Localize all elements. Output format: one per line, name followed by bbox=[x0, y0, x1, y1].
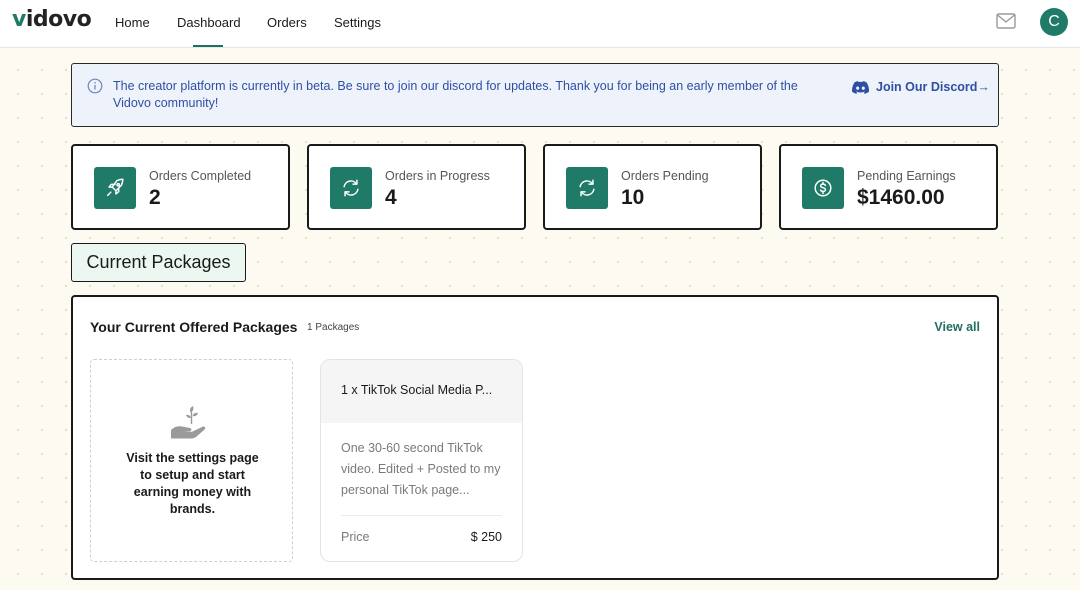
stat-label: Orders Pending bbox=[621, 169, 709, 183]
setup-packages-card[interactable]: Visit the settings page to setup and sta… bbox=[90, 359, 293, 562]
divider bbox=[341, 515, 502, 516]
package-card[interactable]: 1 x TikTok Social Media P... One 30-60 s… bbox=[320, 359, 523, 562]
dollar-icon bbox=[802, 167, 844, 209]
panel-title: Your Current Offered Packages bbox=[90, 319, 298, 335]
plant-hand-icon bbox=[171, 406, 206, 439]
user-avatar[interactable]: C bbox=[1040, 8, 1068, 36]
join-discord-link[interactable]: Join Our Discord → bbox=[852, 78, 990, 96]
stat-card-pending-earnings: Pending Earnings $1460.00 bbox=[779, 144, 998, 230]
logo-text: idovo bbox=[25, 7, 92, 32]
mail-icon[interactable] bbox=[996, 13, 1016, 29]
stat-label: Orders Completed bbox=[149, 169, 252, 183]
refresh-icon bbox=[566, 167, 608, 209]
current-packages-tab[interactable]: Current Packages bbox=[71, 243, 246, 282]
view-all-link[interactable]: View all bbox=[934, 320, 980, 334]
package-title: 1 x TikTok Social Media P... bbox=[321, 360, 522, 423]
package-count: 1 Packages bbox=[307, 322, 360, 333]
discord-icon bbox=[852, 80, 869, 94]
stat-label: Orders in Progress bbox=[385, 169, 490, 183]
stat-value: $1460.00 bbox=[857, 186, 945, 209]
banner-message: The creator platform is currently in bet… bbox=[113, 79, 798, 110]
stat-card-orders-completed: Orders Completed 2 bbox=[71, 144, 290, 230]
arrow-right-icon: → bbox=[977, 80, 990, 94]
top-navbar: vidovo Home Dashboard Orders Settings C bbox=[0, 0, 1080, 48]
nav-home[interactable]: Home bbox=[115, 15, 150, 30]
active-tab-indicator bbox=[193, 45, 223, 47]
nav-settings[interactable]: Settings bbox=[334, 15, 381, 30]
discord-link-label: Join Our Discord bbox=[876, 80, 978, 94]
logo-accent-letter: v bbox=[12, 7, 26, 32]
rocket-icon bbox=[94, 167, 136, 209]
refresh-icon bbox=[330, 167, 372, 209]
nav-orders[interactable]: Orders bbox=[267, 15, 307, 30]
stat-card-orders-in-progress: Orders in Progress 4 bbox=[307, 144, 526, 230]
stat-label: Pending Earnings bbox=[857, 169, 956, 183]
setup-instructions: Visit the settings page to setup and sta… bbox=[126, 451, 259, 516]
packages-panel: Your Current Offered Packages 1 Packages… bbox=[71, 295, 999, 580]
stat-card-orders-pending: Orders Pending 10 bbox=[543, 144, 762, 230]
stat-value: 4 bbox=[385, 186, 397, 209]
vidovo-logo[interactable]: vidovo bbox=[12, 7, 92, 32]
price-label: Price bbox=[341, 530, 370, 544]
price-value: $ 250 bbox=[470, 530, 502, 544]
nav-dashboard[interactable]: Dashboard bbox=[177, 15, 241, 30]
beta-banner: The creator platform is currently in bet… bbox=[71, 63, 999, 127]
package-description: One 30-60 second TikTok video. Edited + … bbox=[341, 441, 501, 497]
stat-value: 10 bbox=[621, 186, 645, 209]
info-icon bbox=[87, 78, 103, 94]
stat-value: 2 bbox=[149, 186, 161, 209]
